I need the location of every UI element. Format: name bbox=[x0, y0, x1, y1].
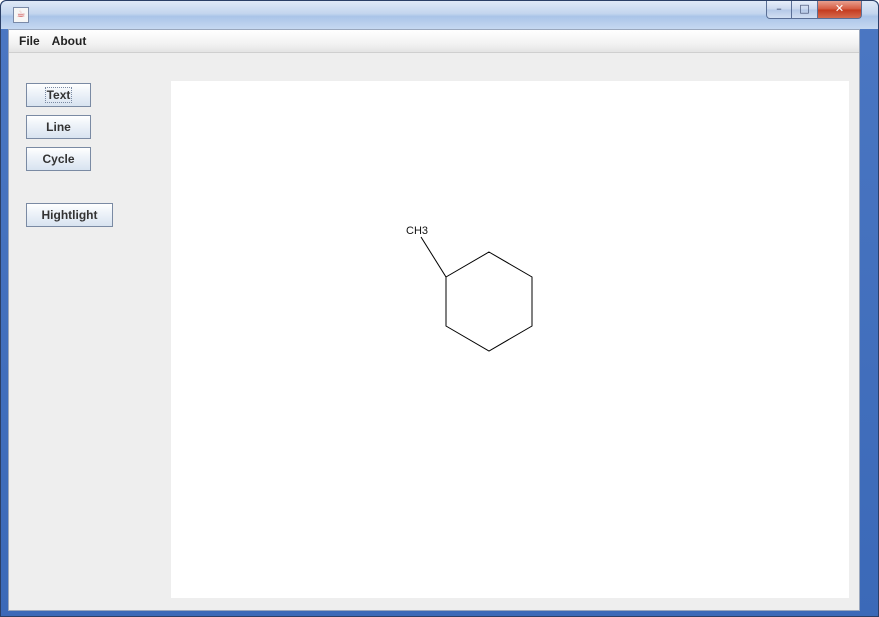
client-area: File About Text Line Cycle Hightlight CH… bbox=[8, 29, 860, 611]
methyl-label[interactable]: CH3 bbox=[406, 225, 428, 237]
text-tool-button[interactable]: Text bbox=[26, 83, 91, 107]
close-icon: ✕ bbox=[834, 2, 845, 15]
minimize-icon: – bbox=[776, 2, 782, 15]
highlight-button[interactable]: Hightlight bbox=[26, 203, 113, 227]
drawing-canvas[interactable]: CH3 bbox=[171, 81, 849, 598]
close-button[interactable]: ✕ bbox=[818, 1, 862, 19]
maximize-button[interactable]: □ bbox=[792, 1, 818, 19]
menu-file[interactable]: File bbox=[13, 30, 46, 52]
menu-about[interactable]: About bbox=[46, 30, 93, 52]
cyclohexane-ring[interactable] bbox=[445, 251, 533, 352]
maximize-icon: □ bbox=[799, 2, 810, 15]
molecule-drawing: CH3 bbox=[406, 225, 533, 352]
menu-bar: File About bbox=[9, 30, 859, 53]
java-cup-icon[interactable]: ☕ bbox=[13, 7, 29, 23]
app-window: ☕ – □ ✕ File About Text Line Cycle Hight… bbox=[0, 0, 879, 617]
title-bar[interactable]: ☕ – □ ✕ bbox=[1, 1, 878, 29]
window-controls: – □ ✕ bbox=[766, 1, 862, 21]
cycle-tool-button[interactable]: Cycle bbox=[26, 147, 91, 171]
text-tool-label: Text bbox=[44, 87, 73, 103]
methyl-bond[interactable] bbox=[420, 236, 447, 278]
line-tool-button[interactable]: Line bbox=[26, 115, 91, 139]
minimize-button[interactable]: – bbox=[766, 1, 792, 19]
